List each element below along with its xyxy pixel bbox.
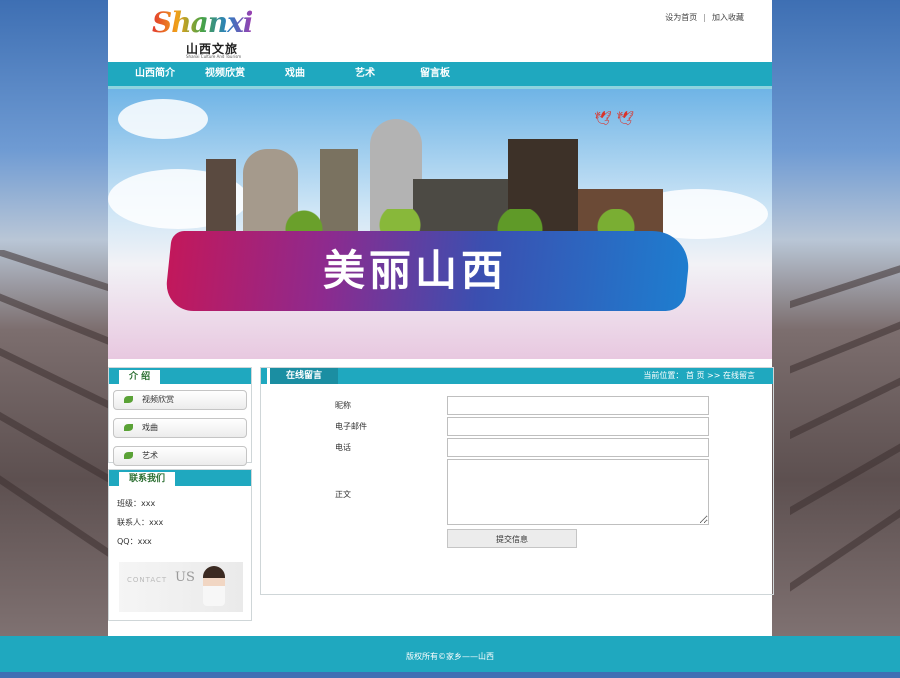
phone-label: 电话 <box>335 443 351 452</box>
set-homepage-link[interactable]: 设为首页 <box>665 13 697 22</box>
background-roof-left <box>0 250 110 640</box>
contact-image-us: US <box>175 570 195 585</box>
intro-menu: 视频欣赏 戏曲 艺术 <box>109 384 251 466</box>
banner-cloud <box>118 99 208 139</box>
add-favorite-link[interactable]: 加入收藏 <box>712 13 744 22</box>
leaf-icon <box>124 424 133 431</box>
breadcrumb-home-link[interactable]: 首 页 <box>686 371 705 380</box>
intro-box-title: 介 绍 <box>119 370 161 384</box>
header: Shanxi 山西文旅 Shanxi Culture And Tourism 设… <box>108 0 772 62</box>
nav-item-art[interactable]: 艺术 <box>330 62 400 86</box>
logo-script-text: Shanxi <box>152 6 253 39</box>
customer-service-person <box>203 566 225 606</box>
body-label: 正文 <box>335 490 351 499</box>
intro-box: 介 绍 视频欣赏 戏曲 艺术 <box>108 367 252 466</box>
leaf-icon <box>124 396 133 403</box>
top-links: 设为首页 | 加入收藏 <box>665 12 744 23</box>
site-logo[interactable]: Shanxi 山西文旅 Shanxi Culture And Tourism <box>148 4 258 60</box>
sidebar-item-label: 视频欣赏 <box>142 395 174 404</box>
contact-us-image: CONTACT US <box>119 562 243 612</box>
message-body-field[interactable] <box>447 459 709 525</box>
breadcrumb: 当前位置： 首 页 >> 在线留言 <box>643 368 755 384</box>
phone-field[interactable] <box>447 438 709 457</box>
nickname-field[interactable] <box>447 396 709 415</box>
breadcrumb-separator: >> <box>707 371 721 380</box>
contact-qq: QQ：xxx <box>117 537 152 546</box>
logo-english-name: Shanxi Culture And Tourism <box>186 54 242 59</box>
contact-box-header: 联系我们 <box>109 470 251 486</box>
contact-person: 联系人：xxx <box>117 518 164 527</box>
nav-item-opera[interactable]: 戏曲 <box>260 62 330 86</box>
sidebar-item-video[interactable]: 视频欣赏 <box>113 390 247 410</box>
leaf-icon <box>124 452 133 459</box>
footer-copyright: 版权所有©家乡——山西 <box>406 652 494 661</box>
contact-box-title: 联系我们 <box>119 472 176 486</box>
nav-item-intro[interactable]: 山西简介 <box>120 62 190 86</box>
contact-image-word: CONTACT <box>127 576 168 584</box>
content-area: 介 绍 视频欣赏 戏曲 艺术 联系我们 班级：xxx 联系人：xxx QQ：xx… <box>108 359 774 621</box>
contact-info: 班级：xxx 联系人：xxx QQ：xxx <box>109 486 251 547</box>
nickname-label: 昵称 <box>335 401 351 410</box>
guestbook-panel: 在线留言 当前位置： 首 页 >> 在线留言 昵称 电子邮件 电话 正文 提交信… <box>260 367 774 595</box>
email-label: 电子邮件 <box>335 422 367 431</box>
background-roof-right <box>790 250 900 640</box>
contact-box: 联系我们 班级：xxx 联系人：xxx QQ：xxx CONTACT US <box>108 469 252 621</box>
sidebar-item-opera[interactable]: 戏曲 <box>113 418 247 438</box>
intro-box-header: 介 绍 <box>109 368 251 384</box>
page-container: Shanxi 山西文旅 Shanxi Culture And Tourism 设… <box>108 0 774 672</box>
sidebar: 介 绍 视频欣赏 戏曲 艺术 联系我们 班级：xxx 联系人：xxx QQ：xx… <box>108 367 252 621</box>
nav-item-guestbook[interactable]: 留言板 <box>400 62 470 86</box>
submit-button[interactable]: 提交信息 <box>447 529 577 548</box>
top-links-separator: | <box>703 13 706 22</box>
sidebar-item-art[interactable]: 艺术 <box>113 446 247 466</box>
guestbook-title: 在线留言 <box>267 368 339 384</box>
banner-birds: 🕊 🕊 <box>594 111 634 127</box>
guestbook-header: 在线留言 当前位置： 首 页 >> 在线留言 <box>261 368 773 384</box>
sidebar-item-label: 戏曲 <box>142 423 158 432</box>
nav-item-video[interactable]: 视频欣赏 <box>190 62 260 86</box>
hero-banner: 🕊 🕊 美丽山西 <box>108 89 772 359</box>
main-nav: 山西简介 视频欣赏 戏曲 艺术 留言板 <box>108 62 772 89</box>
banner-slogan: 美丽山西 <box>323 246 508 295</box>
footer: 版权所有©家乡——山西 <box>0 636 900 672</box>
sidebar-item-label: 艺术 <box>142 451 158 460</box>
email-field[interactable] <box>447 417 709 436</box>
breadcrumb-current: 在线留言 <box>723 371 755 380</box>
contact-class: 班级：xxx <box>117 499 156 508</box>
breadcrumb-prefix: 当前位置： <box>643 371 684 380</box>
